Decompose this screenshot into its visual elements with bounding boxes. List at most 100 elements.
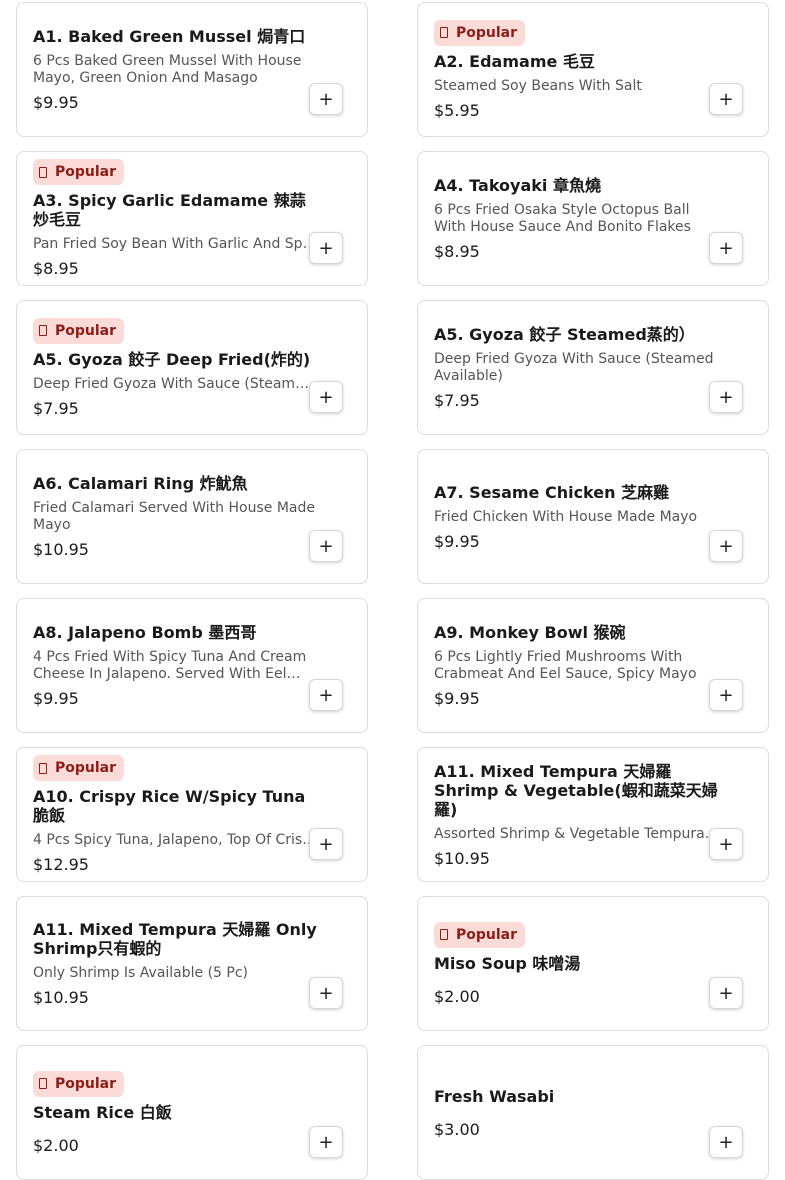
menu-item-price: $9.95 [33,689,79,708]
add-to-cart-button[interactable]: + [309,977,343,1009]
menu-item-price: $3.00 [434,1119,480,1139]
menu-item-content: Popular A2. Edamame 毛豆 Steamed Soy Beans W… [434,3,718,136]
menu-item-card[interactable]: A11. Mixed Tempura 天婦羅 Only Shrimp只有蝦的 On… [16,896,368,1031]
menu-item-card[interactable]: Popular A10. Crispy Rice W/Spicy Tuna 脆飯 4… [16,747,368,882]
popular-badge-label: Popular [55,760,117,776]
menu-item-description: Assorted Shrimp & Vegetable Tempura. [434,825,710,842]
menu-item-price: $5.95 [434,100,480,120]
menu-item-card[interactable]: A5. Gyoza 餃子 Steamed蒸的） Deep Fried Gyoza … [417,300,769,435]
menu-item-description: Only Shrimp Is Available (5 Pc) [33,965,249,981]
menu-item-name: A11. Mixed Tempura 天婦羅 Only Shrimp只有蝦的 [33,920,317,958]
plus-icon: + [718,1131,734,1153]
menu-item-card[interactable]: A8. Jalapeno Bomb 墨西哥 4 Pcs Fried With Sp… [16,598,368,733]
menu-item-name: Miso Soup 味噌湯 [434,953,581,973]
popular-icon [440,929,448,940]
menu-item-name: A8. Jalapeno Bomb 墨西哥 [33,623,257,642]
plus-icon: + [718,386,734,408]
add-to-cart-button[interactable]: + [709,83,743,115]
menu-item-content: A11. Mixed Tempura 天婦羅 Shrimp & Vegetabl… [434,748,718,881]
add-to-cart-button[interactable]: + [709,828,743,860]
menu-item-description: Fried Chicken With House Made Mayo [434,508,698,525]
menu-item-card[interactable]: Popular Steam Rice 白飯 $2.00 + [16,1045,368,1180]
popular-icon [440,27,448,38]
add-to-cart-button[interactable]: + [309,1126,343,1158]
popular-badge-label: Popular [55,164,117,180]
add-to-cart-button[interactable]: + [309,679,343,711]
menu-item-content: Popular A10. Crispy Rice W/Spicy Tuna 脆飯 4… [33,748,317,881]
menu-item-description: 4 Pcs Spicy Tuna, Jalapeno, Top Of Crisp… [33,832,317,848]
menu-item-name: A4. Takoyaki 章魚燒 [434,176,601,195]
add-to-cart-button[interactable]: + [309,232,343,264]
popular-badge: Popular [33,317,125,344]
menu-item-card[interactable]: A4. Takoyaki 章魚燒 6 Pcs Fried Osaka Style … [417,151,769,286]
menu-item-card[interactable]: A9. Monkey Bowl 猴碗 6 Pcs Lightly Fried Mu… [417,598,769,733]
menu-item-card[interactable]: Popular Miso Soup 味噌湯 $2.00 + [417,896,769,1031]
menu-item-price: $12.95 [33,855,89,874]
popular-badge-label: Popular [55,1075,117,1092]
add-to-cart-button[interactable]: + [309,828,343,860]
popular-icon [39,1078,47,1089]
menu-item-content: A4. Takoyaki 章魚燒 6 Pcs Fried Osaka Style … [434,152,718,285]
menu-item-content: A1. Baked Green Mussel 焗青口 6 Pcs Baked Gr… [33,3,317,136]
add-to-cart-button[interactable]: + [709,977,743,1009]
menu-item-price: $2.00 [434,986,480,1006]
menu-item-description [434,973,718,981]
menu-item-name: A11. Mixed Tempura 天婦羅 Shrimp & Vegetabl… [434,761,718,819]
popular-badge: Popular [434,921,526,948]
menu-item-card[interactable]: Fresh Wasabi $3.00 + [417,1045,769,1180]
popular-badge: Popular [434,19,526,46]
add-to-cart-button[interactable]: + [309,530,343,562]
menu-item-price: $2.00 [33,1135,79,1155]
menu-item-description: 4 Pcs Fried With Spicy Tuna And Cream Ch… [33,649,307,682]
menu-item-name: Fresh Wasabi [434,1086,555,1106]
plus-icon: + [318,535,334,557]
menu-item-name: A7. Sesame Chicken 芝麻雞 [434,482,670,502]
menu-item-description: Steamed Soy Beans With Salt [434,77,642,94]
menu-item-price: $10.95 [33,988,89,1007]
menu-item-card[interactable]: Popular A5. Gyoza 餃子 Deep Fried(炸的) Deep F… [16,300,368,435]
menu-item-card[interactable]: Popular A2. Edamame 毛豆 Steamed Soy Beans W… [417,2,769,137]
menu-item-price: $7.95 [434,391,480,410]
menu-item-description: 6 Pcs Baked Green Mussel With House Mayo… [33,53,302,86]
popular-badge-label: Popular [456,926,518,943]
menu-item-card[interactable]: A6. Calamari Ring 炸魷魚 Fried Calamari Serv… [16,449,368,584]
add-to-cart-button[interactable]: + [309,381,343,413]
menu-item-price: $10.95 [33,540,89,559]
add-to-cart-button[interactable]: + [709,232,743,264]
menu-item-name: A2. Edamame 毛豆 [434,51,595,71]
popular-badge-label: Popular [55,322,117,339]
menu-item-card[interactable]: A7. Sesame Chicken 芝麻雞 Fried Chicken With… [417,449,769,584]
add-to-cart-button[interactable]: + [709,530,743,562]
menu-item-content: A5. Gyoza 餃子 Steamed蒸的） Deep Fried Gyoza … [434,301,718,434]
menu-item-content: A6. Calamari Ring 炸魷魚 Fried Calamari Serv… [33,450,317,583]
popular-badge: Popular [33,159,125,185]
add-to-cart-button[interactable]: + [709,381,743,413]
menu-item-price: $9.95 [33,93,79,112]
menu-item-card[interactable]: Popular A3. Spicy Garlic Edamame 辣蒜炒毛豆 Pan… [16,151,368,286]
plus-icon: + [718,684,734,706]
menu-item-content: Popular A3. Spicy Garlic Edamame 辣蒜炒毛豆 Pan… [33,152,317,285]
add-to-cart-button[interactable]: + [709,679,743,711]
menu-item-price: $8.95 [434,242,480,261]
popular-icon [39,325,47,336]
plus-icon: + [318,386,334,408]
plus-icon: + [318,833,334,855]
menu-item-name: A3. Spicy Garlic Edamame 辣蒜炒毛豆 [33,191,306,229]
plus-icon: + [318,684,334,706]
menu-item-name: Steam Rice 白飯 [33,1102,172,1122]
menu-item-content: A7. Sesame Chicken 芝麻雞 Fried Chicken With… [434,450,718,583]
plus-icon: + [718,88,734,110]
add-to-cart-button[interactable]: + [709,1126,743,1158]
add-to-cart-button[interactable]: + [309,83,343,115]
menu-item-description: Deep Fried Gyoza With Sauce (Steamed Ava… [33,375,317,392]
menu-item-name: A1. Baked Green Mussel 焗青口 [33,27,306,46]
popular-badge: Popular [33,755,125,781]
menu-item-content: A11. Mixed Tempura 天婦羅 Only Shrimp只有蝦的 On… [33,897,317,1030]
popular-icon [39,166,47,178]
menu-item-card[interactable]: A11. Mixed Tempura 天婦羅 Shrimp & Vegetabl… [417,747,769,882]
menu-item-name: A9. Monkey Bowl 猴碗 [434,623,626,642]
menu-item-card[interactable]: A1. Baked Green Mussel 焗青口 6 Pcs Baked Gr… [16,2,368,137]
menu-item-content: Popular Steam Rice 白飯 $2.00 [33,1046,317,1179]
menu-item-description [33,1122,317,1130]
menu-item-description: Pan Fried Soy Bean With Garlic And Spicy [33,236,317,252]
